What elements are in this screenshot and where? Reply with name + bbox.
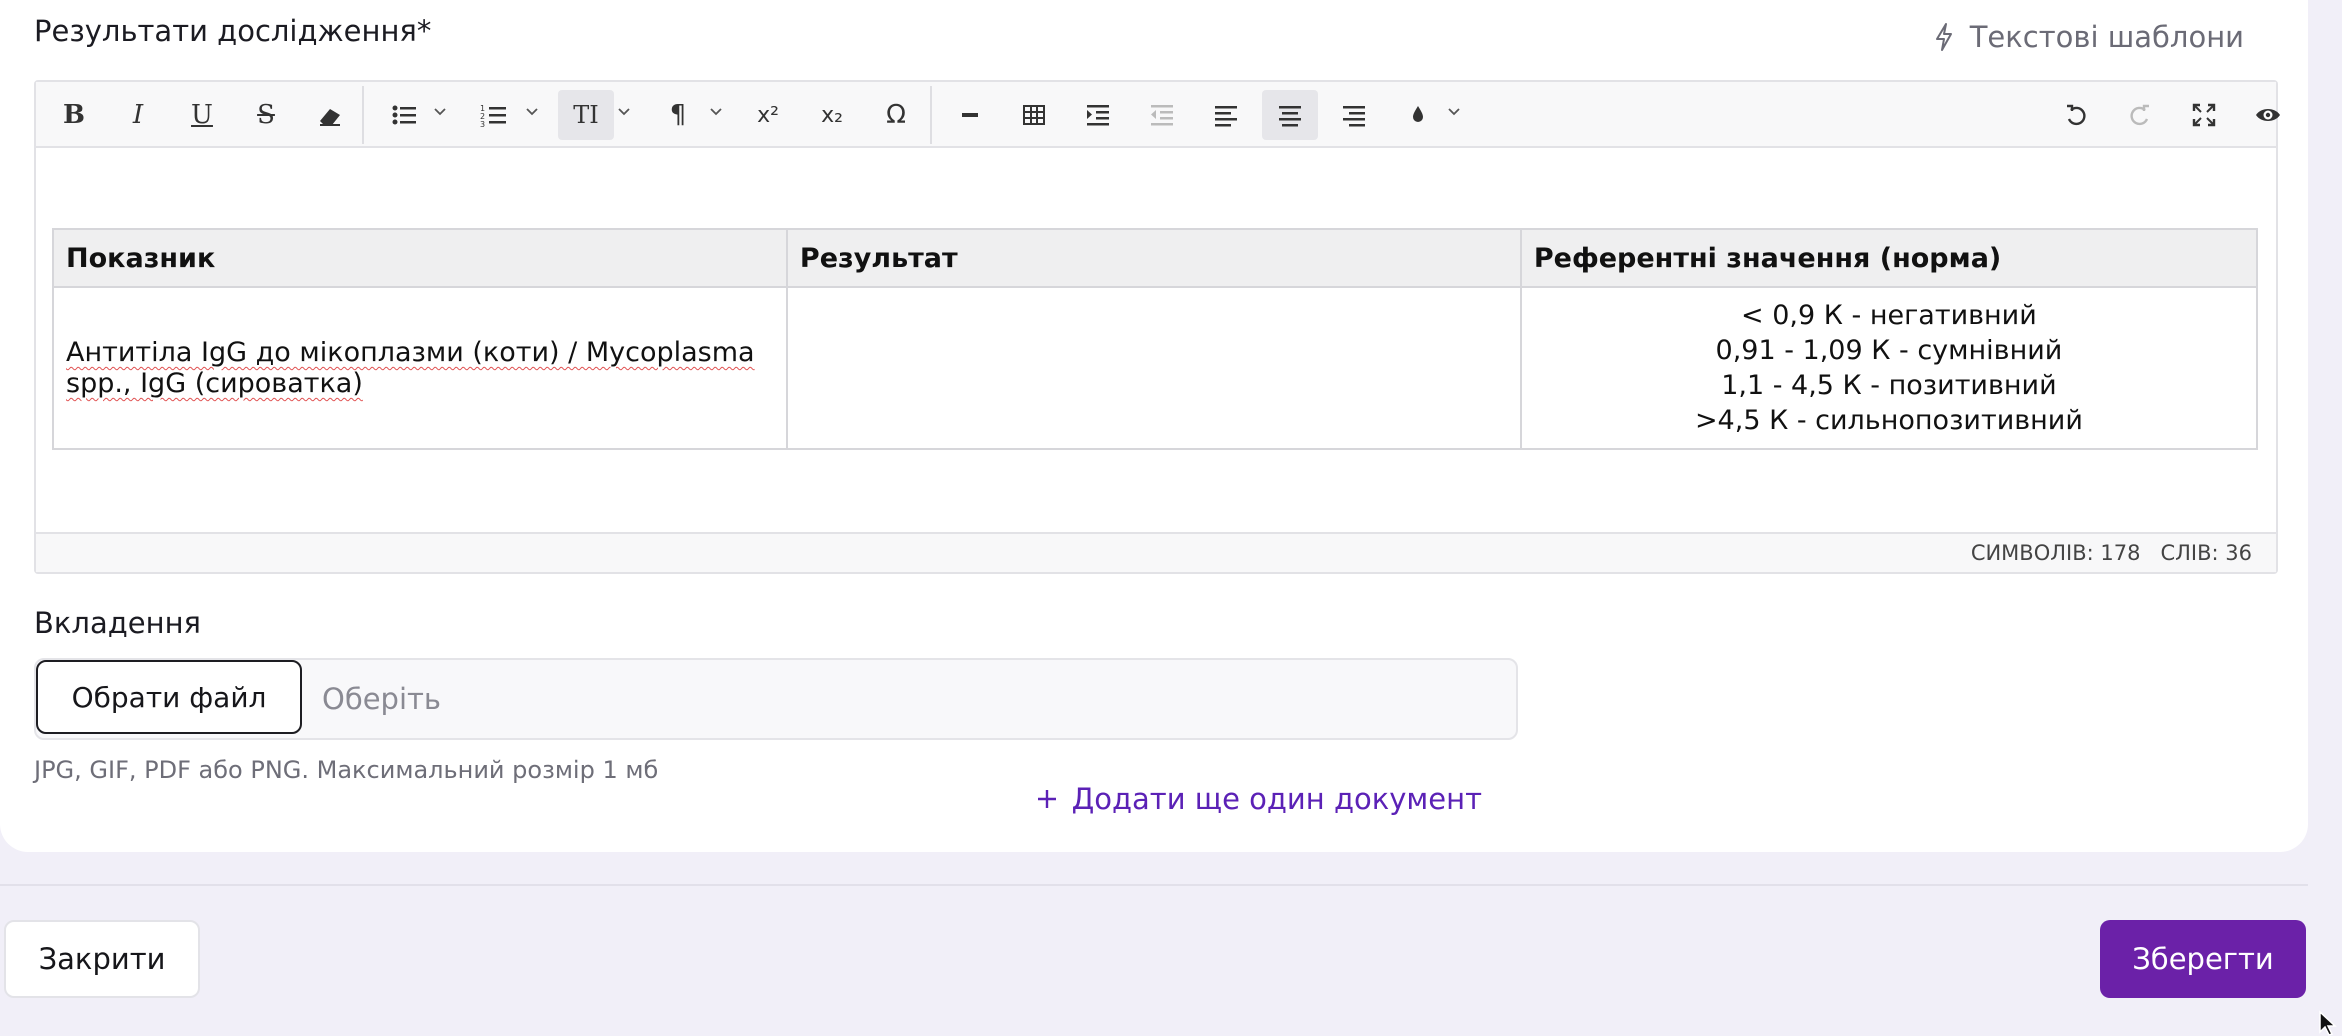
table-row: Антитіла IgG до мікоплазми (коти) / Myco… (52, 286, 2259, 450)
save-button[interactable]: Зберегти (2100, 920, 2306, 998)
word-count: СЛІВ: 36 (2160, 541, 2252, 565)
chevron-down-icon[interactable] (432, 104, 448, 120)
rich-text-editor[interactable]: B I U S 123 TI ¶ x² x₂ Ω Показник Резуль… (34, 80, 2280, 574)
horizontal-line-icon[interactable] (942, 90, 998, 140)
table-cell-result[interactable] (785, 286, 1522, 450)
redo-icon[interactable] (2112, 90, 2168, 140)
table-header-result: Результат (785, 228, 1522, 288)
file-placeholder: Оберіть (322, 682, 442, 716)
close-button[interactable]: Закрити (4, 920, 200, 998)
chevron-down-icon[interactable] (1446, 104, 1462, 120)
strikethrough-icon[interactable]: S (238, 90, 294, 140)
mouse-cursor-icon (2319, 1010, 2337, 1036)
add-document-label: Додати ще один документ (1071, 782, 1482, 816)
numbered-list-icon[interactable]: 123 (466, 90, 522, 140)
table-header-reference: Референтні значення (норма) (1519, 228, 2259, 288)
paragraph-icon[interactable]: ¶ (650, 90, 706, 140)
reference-line: >4,5 К - сильнопозитивний (1694, 405, 2083, 436)
italic-icon[interactable]: I (110, 90, 166, 140)
editor-statusbar: СИМВОЛІВ: 178 СЛІВ: 36 (36, 532, 2276, 572)
table-header-indicator: Показник (52, 228, 788, 288)
chevron-down-icon[interactable] (616, 104, 632, 120)
text-templates-link[interactable]: Текстові шаблони (1932, 20, 2244, 54)
results-label: Результати дослідження* (34, 14, 432, 48)
bold-icon[interactable]: B (46, 90, 102, 140)
align-center-icon[interactable] (1262, 90, 1318, 140)
undo-icon[interactable] (2048, 90, 2104, 140)
chevron-down-icon[interactable] (524, 104, 540, 120)
fullscreen-icon[interactable] (2176, 90, 2232, 140)
editor-toolbar: B I U S 123 TI ¶ x² x₂ Ω (36, 82, 2280, 148)
text-color-icon[interactable] (1390, 90, 1446, 140)
table-header-row: Показник Результат Референтні значення (… (52, 228, 2259, 288)
choose-file-button[interactable]: Обрати файл (36, 660, 302, 734)
indent-icon[interactable] (1070, 90, 1126, 140)
special-char-icon[interactable]: Ω (868, 90, 924, 140)
underline-icon[interactable]: U (174, 90, 230, 140)
preview-eye-icon[interactable] (2240, 90, 2296, 140)
reference-line: < 0,9 К - негативний (1741, 300, 2037, 331)
toolbar-separator (930, 86, 932, 144)
indicator-text: Антитіла IgG до мікоплазми (коти) / Myco… (66, 337, 755, 399)
form-card: Результати дослідження* Текстові шаблони… (0, 0, 2308, 852)
subscript-icon[interactable]: x₂ (804, 90, 860, 140)
bullet-list-icon[interactable] (376, 90, 432, 140)
footer-divider (0, 884, 2308, 886)
outdent-icon[interactable] (1134, 90, 1190, 140)
add-document-link[interactable]: Додати ще один документ (1036, 782, 1482, 816)
font-size-icon[interactable]: TI (558, 90, 614, 140)
table-icon[interactable] (1006, 90, 1062, 140)
superscript-icon[interactable]: x² (740, 90, 796, 140)
reference-line: 1,1 - 4,5 К - позитивний (1721, 370, 2057, 401)
plus-icon (1037, 790, 1056, 808)
table-cell-reference[interactable]: < 0,9 К - негативний 0,91 - 1,09 К - сум… (1519, 286, 2259, 450)
text-templates-label: Текстові шаблони (1969, 20, 2244, 54)
align-right-icon[interactable] (1326, 90, 1382, 140)
eraser-icon[interactable] (302, 90, 358, 140)
reference-line: 0,91 - 1,09 К - сумнівний (1715, 335, 2063, 366)
lightning-icon (1935, 23, 1952, 51)
file-upload-field[interactable]: Обрати файл Оберіть (34, 658, 1518, 740)
attachments-label: Вкладення (34, 606, 201, 640)
file-format-hint: JPG, GIF, PDF або PNG. Максимальний розм… (34, 756, 659, 784)
table-cell-indicator[interactable]: Антитіла IgG до мікоплазми (коти) / Myco… (52, 286, 788, 450)
chevron-down-icon[interactable] (708, 104, 724, 120)
char-count: СИМВОЛІВ: 178 (1970, 541, 2141, 565)
toolbar-separator (362, 86, 364, 144)
results-table: Показник Результат Референтні значення (… (52, 228, 2259, 450)
editor-content[interactable]: Показник Результат Референтні значення (… (36, 148, 2276, 530)
svg-text:3: 3 (480, 120, 485, 129)
align-left-icon[interactable] (1198, 90, 1254, 140)
